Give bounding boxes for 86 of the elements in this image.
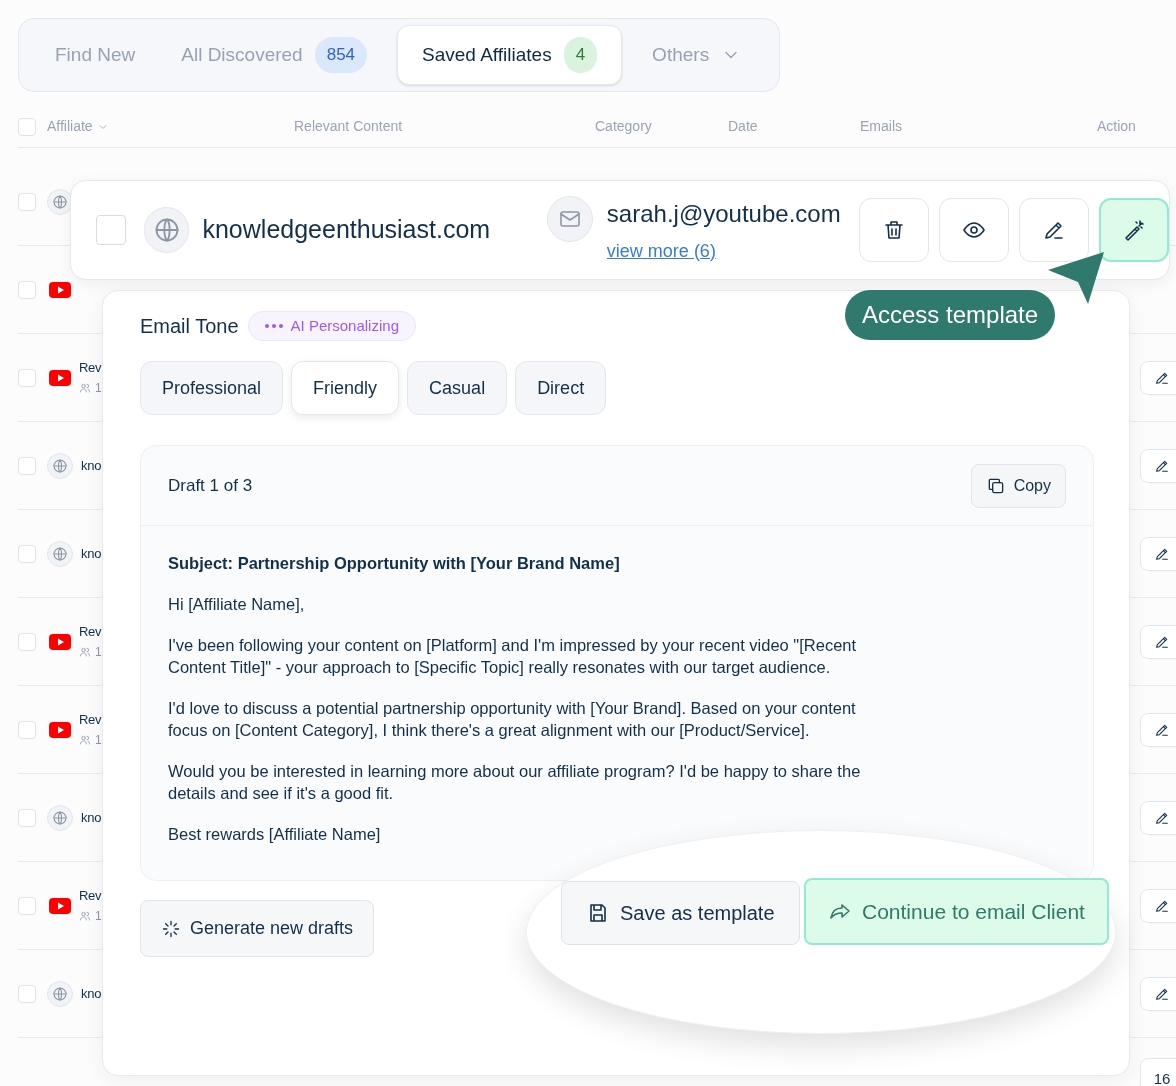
follower-count: 1	[95, 380, 102, 398]
globe-icon	[52, 545, 68, 562]
page-button[interactable]: 16	[1140, 1058, 1176, 1086]
email-address: sarah.j@youtube.com	[606, 198, 842, 229]
magic-wand-icon	[1122, 218, 1146, 242]
email-subject: Subject: Partnership Opportunity with [Your Brand Name]	[168, 553, 621, 574]
checkbox[interactable]	[18, 544, 36, 563]
affiliate-name: Rev	[79, 710, 102, 729]
tone-option[interactable]: Friendly	[291, 361, 400, 415]
checkbox[interactable]	[18, 632, 36, 651]
email-paragraph: I'd love to discuss a potential partnership opportunity with [Your Brand]. Based on your content focus on [Content Category], I think there's a great alignment with our [Product/Service].	[168, 698, 857, 741]
people-icon	[79, 646, 91, 659]
checkbox[interactable]	[18, 117, 36, 136]
edit-button[interactable]	[1140, 536, 1176, 571]
tone-option[interactable]: Casual	[407, 361, 508, 415]
people-icon	[79, 910, 91, 923]
play-logo-icon	[49, 721, 71, 738]
column-header: Date	[728, 117, 758, 136]
edit-button[interactable]	[1140, 976, 1176, 1011]
tab[interactable]: Saved Affiliates 4	[397, 25, 623, 85]
count-badge: 854	[314, 37, 368, 73]
checkbox[interactable]	[96, 215, 126, 245]
affiliate-name: kno	[81, 984, 102, 1003]
save-template-button[interactable]: Save as template	[561, 881, 800, 945]
checkbox[interactable]	[18, 368, 36, 387]
trash-icon	[882, 218, 906, 242]
template-button[interactable]	[1099, 198, 1169, 262]
affiliate-name: kno	[81, 456, 102, 475]
column-header: Affiliate	[47, 117, 93, 136]
tone-option[interactable]: Professional	[140, 361, 284, 415]
callout-label: Access template	[845, 290, 1056, 340]
tab[interactable]: All Discovered 854	[165, 25, 384, 85]
edit-button[interactable]	[1140, 624, 1176, 659]
follower-count: 1	[95, 908, 102, 926]
play-logo-icon	[49, 281, 71, 298]
email-paragraph: Would you be interested in learning more about our affiliate program? I'd be happy to share the details and see if it's a good fit.	[168, 761, 862, 804]
checkbox[interactable]	[18, 280, 36, 299]
edit-button[interactable]	[1140, 712, 1176, 747]
generate-button[interactable]: Generate new drafts	[140, 900, 375, 957]
delete-button[interactable]	[859, 198, 929, 262]
affiliate-name: Rev	[79, 358, 102, 377]
checkbox[interactable]	[18, 984, 36, 1003]
tone-option[interactable]: Direct	[515, 361, 607, 415]
checkbox[interactable]	[18, 456, 36, 475]
loader-icon	[161, 918, 181, 939]
email-paragraph: Hi [Affiliate Name],	[168, 594, 306, 615]
checkbox[interactable]	[18, 192, 36, 211]
affiliate-name: kno	[81, 544, 102, 563]
checkbox[interactable]	[18, 720, 36, 739]
play-logo-icon	[49, 633, 71, 650]
view-more-link[interactable]: view more (6)	[606, 237, 716, 265]
copy-button[interactable]: Copy	[970, 463, 1066, 508]
column-header: Relevant Content	[294, 117, 403, 136]
affiliate-name: Rev	[79, 886, 102, 905]
section-title: Email Tone	[140, 314, 239, 339]
email-paragraph: Best rewards [Affiliate Name]	[168, 824, 382, 845]
follower-count: 1	[95, 644, 102, 662]
edit-button[interactable]	[1140, 360, 1176, 395]
edit-button[interactable]	[1140, 448, 1176, 483]
column-header: Category	[595, 117, 652, 136]
people-icon	[79, 382, 91, 395]
play-logo-icon	[49, 897, 71, 914]
status-badge: AI Personalizing	[247, 311, 416, 341]
people-icon	[79, 734, 91, 747]
column-header: Action	[1097, 117, 1136, 136]
play-logo-icon	[49, 369, 71, 386]
column-header: Emails	[860, 117, 902, 136]
affiliate-name: kno	[81, 808, 102, 827]
follower-count: 1	[95, 732, 102, 750]
globe-icon	[52, 809, 68, 826]
dots-icon	[264, 324, 283, 328]
view-button[interactable]	[939, 198, 1009, 262]
globe-icon	[52, 193, 68, 210]
affiliate-name: Rev	[79, 622, 102, 641]
checkbox[interactable]	[18, 808, 36, 827]
globe-icon	[52, 457, 68, 474]
globe-icon	[52, 985, 68, 1002]
checkbox[interactable]	[18, 896, 36, 915]
edit-button[interactable]	[1019, 198, 1089, 262]
edit-button[interactable]	[1140, 800, 1176, 835]
affiliate-domain: knowledgeenthusiast.com	[202, 214, 492, 246]
edit-button[interactable]	[1140, 888, 1176, 923]
draft-counter: Draft 1 of 3	[168, 474, 253, 497]
email-paragraph: I've been following your content on [Platform] and I'm impressed by your recent video "[Recent Content Title]" - your approach to [Specific Topic] really resonates with our target audience.	[168, 635, 858, 678]
count-badge: 4	[563, 37, 598, 73]
continue-button[interactable]: Continue to email Client	[804, 878, 1109, 945]
